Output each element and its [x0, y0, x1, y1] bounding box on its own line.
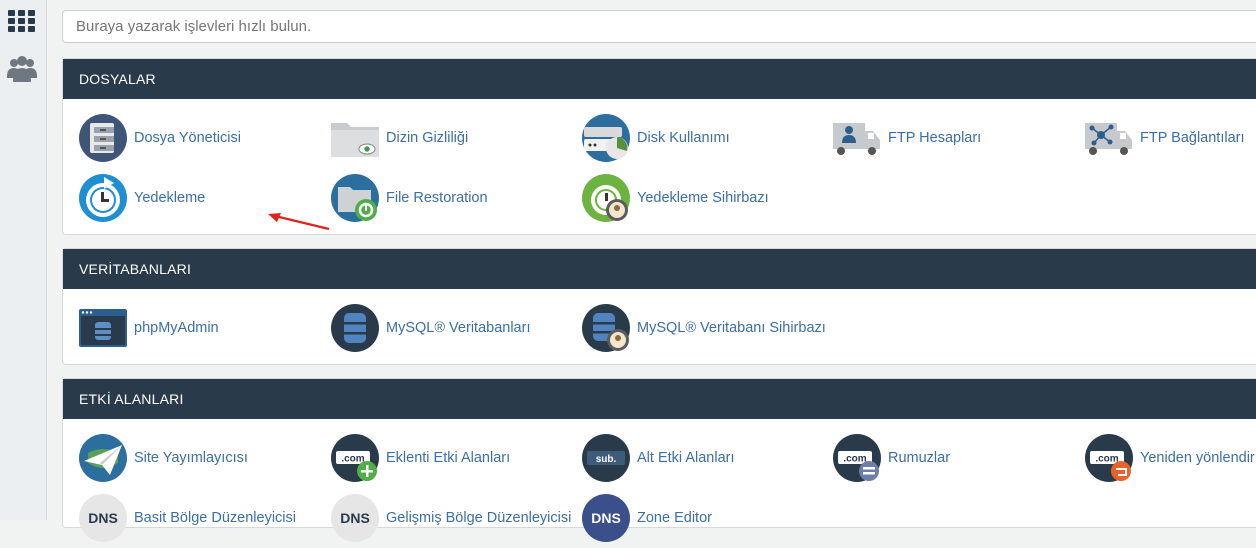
mysql-databases-icon: [330, 303, 380, 353]
subdomains-label: Alt Etki Alanları: [637, 450, 735, 466]
aliases-label: Rumuzlar: [888, 450, 951, 466]
mysql-wizard-label: MySQL® Veritabanı Sihirbazı: [637, 320, 826, 336]
backup-wizard-icon: [581, 173, 631, 223]
users-icon[interactable]: [7, 54, 37, 84]
file-manager-icon: [78, 113, 128, 163]
left-sidebar: [0, 0, 47, 520]
site-publisher-link[interactable]: Site Yayımlayıcısı: [78, 433, 248, 483]
advanced-zone-editor-link[interactable]: DNS Gelişmiş Bölge Düzenleyicisi: [330, 493, 571, 543]
addon-domains-label: Eklenti Etki Alanları: [386, 450, 511, 466]
ftp-connections-icon: [1084, 113, 1134, 163]
zone-editor-label: Zone Editor: [637, 510, 712, 526]
site-publisher-icon: [78, 433, 128, 483]
aliases-icon: .com: [832, 433, 882, 483]
files-panel: DOSYALAR Dosya Yöneticisi Dizin Gizliliğ…: [62, 58, 1256, 235]
redirects-link[interactable]: .com Yeniden yönlendir: [1084, 433, 1255, 483]
search-input[interactable]: [62, 10, 1256, 43]
aliases-link[interactable]: .com Rumuzlar: [832, 433, 950, 483]
subdomains-icon: sub.: [581, 433, 631, 483]
subdomains-badge: sub.: [596, 454, 617, 465]
backup-icon: [78, 173, 128, 223]
ftp-connections-label: FTP Bağlantıları: [1140, 130, 1245, 146]
disk-usage-link[interactable]: Disk Kullanımı: [581, 113, 730, 163]
redirects-label: Yeniden yönlendir: [1140, 450, 1255, 466]
backup-wizard-link[interactable]: Yedekleme Sihirbazı: [581, 173, 769, 223]
ftp-accounts-link[interactable]: FTP Hesapları: [832, 113, 981, 163]
addon-domains-link[interactable]: .com Eklenti Etki Alanları: [330, 433, 510, 483]
advanced-zone-editor-badge: DNS: [340, 510, 370, 526]
phpmyadmin-icon: [78, 303, 128, 353]
mysql-wizard-icon: [581, 303, 631, 353]
apps-grid-icon[interactable]: [7, 6, 37, 36]
subdomains-link[interactable]: sub. Alt Etki Alanları: [581, 433, 735, 483]
directory-privacy-icon: [330, 113, 380, 163]
ftp-accounts-icon: [832, 113, 882, 163]
file-restoration-label: File Restoration: [386, 190, 488, 206]
file-restoration-icon: [330, 173, 380, 223]
directory-privacy-link[interactable]: Dizin Gizliliği: [330, 113, 468, 163]
annotation-arrow: [268, 213, 330, 231]
zone-editor-icon: DNS: [581, 493, 631, 543]
mysql-databases-label: MySQL® Veritabanları: [386, 320, 531, 336]
domains-panel: ETKİ ALANLARI Site Yayımlayıcısı .com Ek…: [62, 378, 1256, 542]
main-content: DOSYALAR Dosya Yöneticisi Dizin Gizliliğ…: [62, 0, 1256, 542]
site-publisher-label: Site Yayımlayıcısı: [134, 450, 248, 466]
file-manager-label: Dosya Yöneticisi: [134, 130, 241, 146]
ftp-connections-link[interactable]: FTP Bağlantıları: [1084, 113, 1245, 163]
backup-link[interactable]: Yedekleme: [78, 173, 205, 223]
simple-zone-editor-icon: DNS: [78, 493, 128, 543]
simple-zone-editor-badge: DNS: [88, 510, 118, 526]
databases-panel: VERİTABANLARI phpMyAdmin MySQL® Veritaba…: [62, 248, 1256, 365]
zone-editor-link[interactable]: DNS Zone Editor: [581, 493, 712, 543]
advanced-zone-editor-icon: DNS: [330, 493, 380, 543]
directory-privacy-label: Dizin Gizliliği: [386, 130, 469, 146]
redirects-icon: .com: [1084, 433, 1134, 483]
phpmyadmin-label: phpMyAdmin: [134, 320, 219, 336]
advanced-zone-editor-label: Gelişmiş Bölge Düzenleyicisi: [386, 510, 572, 526]
addon-domains-icon: .com: [330, 433, 380, 483]
backup-wizard-label: Yedekleme Sihirbazı: [637, 190, 769, 206]
simple-zone-editor-link[interactable]: DNS Basit Bölge Düzenleyicisi: [78, 493, 296, 543]
mysql-wizard-link[interactable]: MySQL® Veritabanı Sihirbazı: [581, 303, 826, 353]
disk-usage-label: Disk Kullanımı: [637, 130, 730, 146]
databases-panel-title: VERİTABANLARI: [63, 249, 1256, 289]
backup-label: Yedekleme: [134, 190, 206, 206]
simple-zone-editor-label: Basit Bölge Düzenleyicisi: [134, 510, 296, 526]
ftp-accounts-label: FTP Hesapları: [888, 130, 982, 146]
mysql-databases-link[interactable]: MySQL® Veritabanları: [330, 303, 530, 353]
file-restoration-link[interactable]: File Restoration: [330, 173, 488, 223]
zone-editor-badge: DNS: [591, 510, 621, 526]
file-manager-link[interactable]: Dosya Yöneticisi: [78, 113, 241, 163]
domains-panel-title: ETKİ ALANLARI: [63, 379, 1256, 419]
disk-usage-icon: [581, 113, 631, 163]
files-panel-title: DOSYALAR: [63, 59, 1256, 99]
phpmyadmin-link[interactable]: phpMyAdmin: [78, 303, 219, 353]
